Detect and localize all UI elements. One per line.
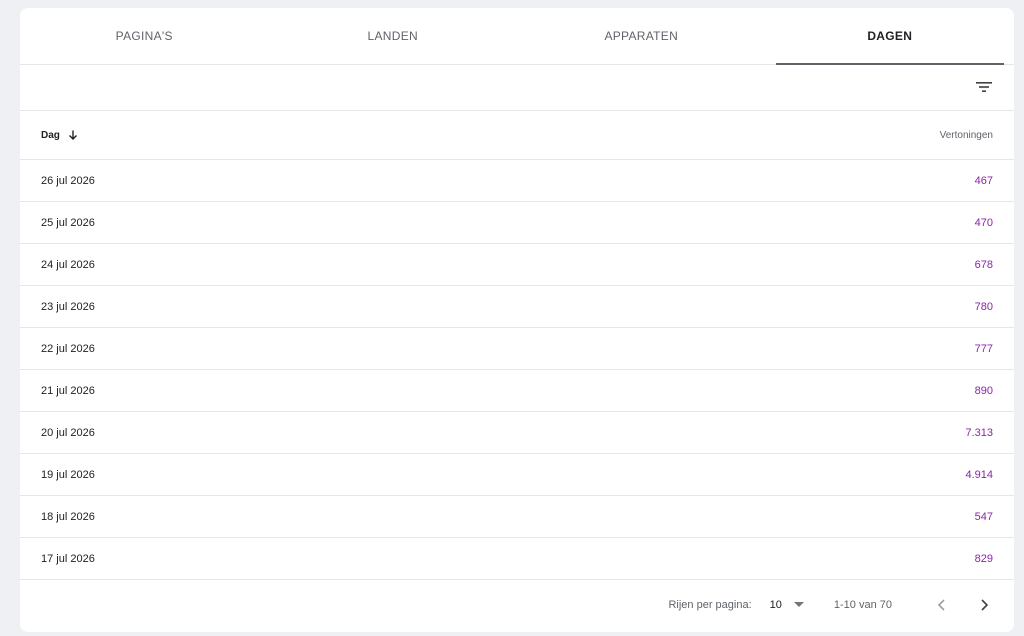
row-views: 4.914 <box>965 468 993 481</box>
tab-label: LANDEN <box>367 29 418 43</box>
tab-dagen[interactable]: DAGEN <box>766 8 1015 65</box>
previous-page-button[interactable] <box>930 593 954 617</box>
row-views: 467 <box>974 174 993 187</box>
row-day: 19 jul 2026 <box>41 468 95 481</box>
table-row[interactable]: 25 jul 2026 470 <box>20 202 1014 244</box>
row-views: 829 <box>974 552 993 565</box>
row-views: 7.313 <box>965 426 993 439</box>
rows-per-page-label: Rijen per pagina: <box>668 599 752 611</box>
table-row[interactable]: 23 jul 2026 780 <box>20 286 1014 328</box>
table-row[interactable]: 17 jul 2026 829 <box>20 538 1014 580</box>
column-header-day[interactable]: Dag <box>41 129 79 141</box>
table-row[interactable]: 18 jul 2026 547 <box>20 496 1014 538</box>
table-row[interactable]: 24 jul 2026 678 <box>20 244 1014 286</box>
row-day: 26 jul 2026 <box>41 174 95 187</box>
arrow-down-icon <box>68 130 77 140</box>
tab-label: DAGEN <box>867 29 913 43</box>
rows-per-page-value: 10 <box>769 599 782 611</box>
report-card: PAGINA'S LANDEN APPARATEN DAGEN Dag Vert… <box>20 8 1014 632</box>
rows-per-page-select[interactable]: 10 <box>770 599 804 611</box>
row-views: 780 <box>974 300 993 313</box>
row-day: 25 jul 2026 <box>41 216 95 229</box>
tab-bar: PAGINA'S LANDEN APPARATEN DAGEN <box>20 8 1014 65</box>
tab-label: PAGINA'S <box>115 29 173 43</box>
table-header: Dag Vertoningen <box>20 111 1014 160</box>
table-toolbar <box>20 65 1014 111</box>
tab-paginas[interactable]: PAGINA'S <box>20 8 269 64</box>
caret-down-icon <box>793 602 804 607</box>
row-views: 547 <box>974 510 993 523</box>
chevron-right-icon <box>981 599 989 611</box>
row-day: 22 jul 2026 <box>41 342 95 355</box>
table-row[interactable]: 21 jul 2026 890 <box>20 370 1014 412</box>
row-day: 23 jul 2026 <box>41 300 95 313</box>
row-day: 20 jul 2026 <box>41 426 95 439</box>
pagination-bar: Rijen per pagina: 10 1-10 van 70 <box>20 580 1014 630</box>
table-row[interactable]: 19 jul 2026 4.914 <box>20 454 1014 496</box>
row-day: 24 jul 2026 <box>41 258 95 271</box>
row-day: 17 jul 2026 <box>41 552 95 565</box>
row-views: 890 <box>974 384 993 397</box>
pagination-range: 1-10 van 70 <box>833 599 892 611</box>
table-row[interactable]: 20 jul 2026 7.313 <box>20 412 1014 454</box>
filter-button[interactable] <box>972 75 996 99</box>
row-day: 18 jul 2026 <box>41 510 95 523</box>
row-views: 678 <box>974 258 993 271</box>
next-page-button[interactable] <box>972 593 996 617</box>
table-body: 26 jul 2026 467 25 jul 2026 470 24 jul 2026 6… <box>20 160 1014 580</box>
column-header-day-label: Dag <box>41 129 60 141</box>
tab-label: APPARATEN <box>604 29 679 43</box>
row-views: 777 <box>974 342 993 355</box>
column-header-views[interactable]: Vertoningen <box>940 130 993 141</box>
filter-icon <box>976 82 992 92</box>
tab-landen[interactable]: LANDEN <box>269 8 518 64</box>
chevron-left-icon <box>937 599 945 611</box>
row-day: 21 jul 2026 <box>41 384 95 397</box>
tab-apparaten[interactable]: APPARATEN <box>517 8 766 64</box>
row-views: 470 <box>974 216 993 229</box>
table-row[interactable]: 26 jul 2026 467 <box>20 160 1014 202</box>
table-row[interactable]: 22 jul 2026 777 <box>20 328 1014 370</box>
